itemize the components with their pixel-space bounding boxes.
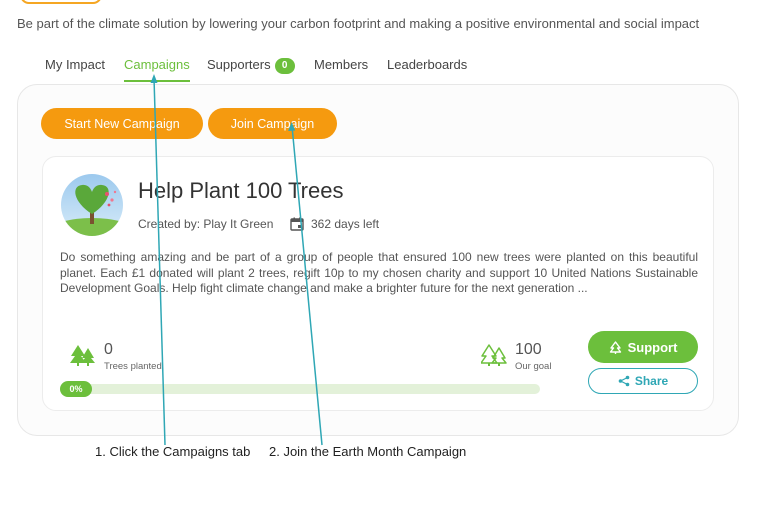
tab-label: Campaigns [124, 57, 190, 72]
support-button[interactable]: Support [588, 331, 698, 363]
share-button[interactable]: Share [588, 368, 698, 394]
tab-supporters[interactable]: Supporters 0 [207, 57, 295, 83]
tab-campaigns[interactable]: Campaigns [124, 57, 190, 83]
tab-my-impact[interactable]: My Impact [45, 57, 105, 83]
campaign-creator: Created by: Play It Green [138, 217, 274, 231]
days-left: 362 days left [311, 217, 380, 231]
support-label: Support [627, 339, 678, 355]
calendar-icon [290, 217, 304, 231]
trees-outline-icon [481, 344, 507, 366]
progress-bar [60, 384, 540, 394]
trees-planted-value: 0 [104, 341, 113, 358]
tab-label: Supporters [207, 57, 271, 72]
campaign-avatar [61, 174, 123, 236]
tab-label: Leaderboards [387, 57, 468, 72]
tab-label: My Impact [45, 57, 105, 72]
trees-icon [70, 345, 95, 366]
campaign-description: Do something amazing and be part of a gr… [60, 250, 698, 295]
tab-leaderboards[interactable]: Leaderboards [387, 57, 467, 83]
heart-tree-image [61, 174, 123, 236]
supporters-count-badge: 0 [274, 58, 295, 74]
top-button-fragment[interactable] [20, 0, 102, 4]
trees-planted-label: Trees planted [104, 361, 162, 372]
annotation-step-1: 1. Click the Campaigns tab [95, 444, 251, 459]
share-label: Share [634, 374, 669, 388]
join-campaign-button[interactable]: Join Campaign [208, 108, 337, 139]
goal-value: 100 [515, 341, 542, 358]
goal-label: Our goal [515, 361, 552, 372]
page-tagline: Be part of the climate solution by lower… [17, 16, 700, 31]
start-new-campaign-button[interactable]: Start New Campaign [41, 108, 203, 139]
share-icon [618, 375, 630, 387]
tree-icon [609, 340, 621, 354]
campaign-title: Help Plant 100 Trees [138, 178, 344, 203]
progress-percent-badge: 0% [60, 381, 92, 397]
tab-label: Members [314, 57, 369, 72]
annotation-step-2: 2. Join the Earth Month Campaign [269, 444, 467, 459]
tab-members[interactable]: Members [314, 57, 368, 83]
